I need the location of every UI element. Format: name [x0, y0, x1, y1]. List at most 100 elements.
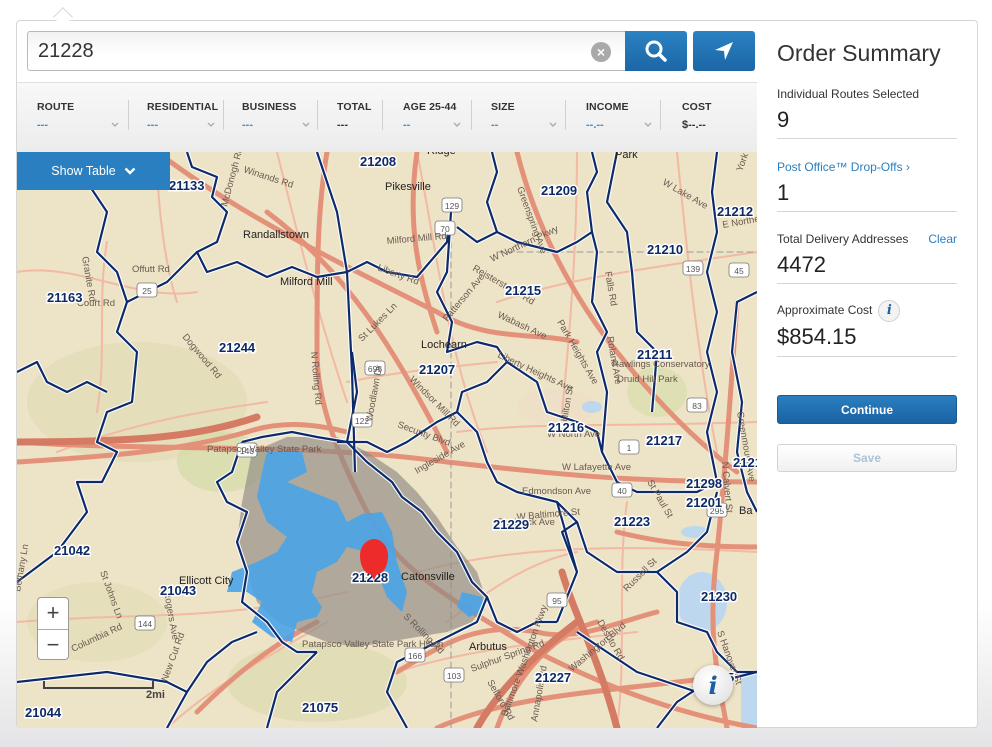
- stat-value: ---: [37, 119, 48, 131]
- place-label: Ba: [739, 505, 753, 517]
- zip-label: 21223: [614, 514, 650, 529]
- divider: [223, 100, 224, 130]
- routes-selected-value: 9: [777, 107, 790, 132]
- zip-label: 21208: [360, 154, 396, 169]
- street-label: Druid Hill Park: [617, 374, 678, 385]
- zip-label: 21209: [541, 183, 577, 198]
- street-label: Patapsco Valley State Park Hilton: [302, 639, 443, 650]
- route-shield-number: 25: [142, 286, 152, 296]
- stat-label: ROUTE: [37, 101, 75, 113]
- zip-label: 21075: [302, 700, 338, 715]
- route-shield: 103: [443, 667, 465, 683]
- magnifier-icon: [645, 40, 667, 62]
- stat-residential[interactable]: RESIDENTIAL ---: [147, 101, 218, 135]
- zip-label: 21298: [686, 476, 722, 491]
- post-office-dropoffs-block: Post Office™ Drop-Offs › 1: [777, 160, 957, 212]
- zip-label: 21227: [535, 670, 571, 685]
- zip-label: 21244: [219, 340, 256, 355]
- place-label: Ridge: [427, 152, 456, 157]
- post-office-dropoffs-link[interactable]: Post Office™ Drop-Offs ›: [777, 160, 957, 174]
- route-shield-number: 166: [408, 651, 422, 661]
- delivery-addresses-block: Total Delivery Addresses Clear 4472: [777, 232, 957, 284]
- order-summary-title: Order Summary: [777, 40, 941, 66]
- street-label: W Lafayette Ave: [562, 462, 631, 473]
- stat-age[interactable]: AGE 25-44 --: [403, 101, 461, 135]
- stat-size[interactable]: SIZE --: [491, 101, 557, 135]
- zoom-control: + −: [37, 597, 69, 660]
- zoom-in-button[interactable]: +: [38, 598, 68, 629]
- stat-label: BUSINESS: [242, 101, 297, 113]
- stat-route[interactable]: ROUTE ---: [37, 101, 119, 135]
- stat-label: SIZE: [491, 101, 515, 113]
- chevron-down-icon: [549, 122, 557, 127]
- stat-value: --.--: [586, 119, 604, 131]
- stat-label: INCOME: [586, 101, 629, 113]
- zip-label: 21229: [493, 517, 529, 532]
- route-shield-number: 129: [445, 201, 459, 211]
- continue-button[interactable]: Continue: [777, 395, 957, 424]
- cost-info-icon[interactable]: i: [878, 300, 901, 322]
- route-shield-number: 83: [692, 401, 702, 411]
- chevron-down-icon: [302, 122, 310, 127]
- route-stats-bar: ROUTE --- RESIDENTIAL --- BUSINESS --- T…: [17, 82, 757, 152]
- stat-value: ---: [147, 119, 158, 131]
- stat-business[interactable]: BUSINESS ---: [242, 101, 310, 135]
- stat-value: ---: [242, 119, 253, 131]
- route-shield-number: 144: [138, 619, 152, 629]
- map-info-button[interactable]: i: [693, 665, 733, 705]
- route-shield: 40: [611, 482, 633, 498]
- zip-label: 21201: [686, 495, 722, 510]
- route-shield: 95: [546, 592, 568, 608]
- show-table-button[interactable]: Show Table: [17, 152, 170, 190]
- stat-label: TOTAL: [337, 101, 372, 113]
- chevron-down-icon: [111, 122, 119, 127]
- save-button[interactable]: Save: [777, 444, 957, 472]
- stat-cost: COST $--.--: [682, 101, 732, 135]
- chevron-down-icon: [644, 122, 652, 127]
- route-shield-number: 40: [617, 486, 627, 496]
- info-icon: i: [708, 670, 718, 700]
- zip-label: 21042: [54, 543, 90, 558]
- street-label: Edmondson Ave: [522, 486, 591, 497]
- zip-label: 21215: [505, 283, 541, 298]
- clear-link[interactable]: Clear: [928, 232, 957, 246]
- stat-value: $--.--: [682, 119, 706, 131]
- map-canvas[interactable]: 25140129695122704014410316695831139 45295…: [17, 152, 757, 728]
- route-shield-number: 45: [734, 266, 744, 276]
- place-label: Randallstown: [243, 229, 309, 241]
- divider: [317, 100, 318, 130]
- divider: [471, 100, 472, 130]
- chevron-down-icon: [453, 122, 461, 127]
- street-label: Patapsco Valley State Park: [207, 444, 322, 455]
- divider: [128, 100, 129, 130]
- zoom-out-button[interactable]: −: [38, 629, 68, 660]
- zip-label: 21211: [637, 347, 672, 362]
- route-map[interactable]: 25 140 129 695 122 70 40 144 103 166 95 83 1 139 45 295…: [17, 152, 757, 728]
- stat-income[interactable]: INCOME --.--: [586, 101, 652, 135]
- approximate-cost-value: $854.15: [777, 324, 857, 349]
- clear-circle-x-icon[interactable]: ×: [591, 42, 611, 62]
- search-button[interactable]: [625, 31, 687, 71]
- place-label: Lochearn: [421, 339, 467, 351]
- zip-label: 21212: [717, 204, 753, 219]
- zip-label: 21043: [160, 583, 196, 598]
- zip-label: 21044: [25, 705, 62, 720]
- route-shield-number: 1: [627, 443, 632, 453]
- approximate-cost-text: Approximate Cost: [777, 303, 873, 318]
- zip-label: 21133: [169, 178, 204, 193]
- route-shield: 129: [441, 197, 463, 213]
- route-shield: 83: [686, 397, 708, 413]
- post-office-dropoffs-value: 1: [777, 180, 790, 205]
- stat-value: --: [491, 119, 499, 131]
- route-shield: 166: [404, 647, 426, 663]
- route-shield-number: 95: [552, 596, 562, 606]
- route-shield: 1: [618, 439, 640, 455]
- stat-value: ---: [337, 119, 348, 131]
- route-shield-number: 103: [447, 671, 461, 681]
- zip-search-field[interactable]: ×: [27, 31, 626, 71]
- route-shield: 45: [728, 262, 750, 278]
- zip-search-input[interactable]: [28, 32, 568, 70]
- chevron-down-icon: [124, 167, 136, 175]
- current-location-button[interactable]: [693, 31, 755, 71]
- place-label: Catonsville: [401, 571, 455, 583]
